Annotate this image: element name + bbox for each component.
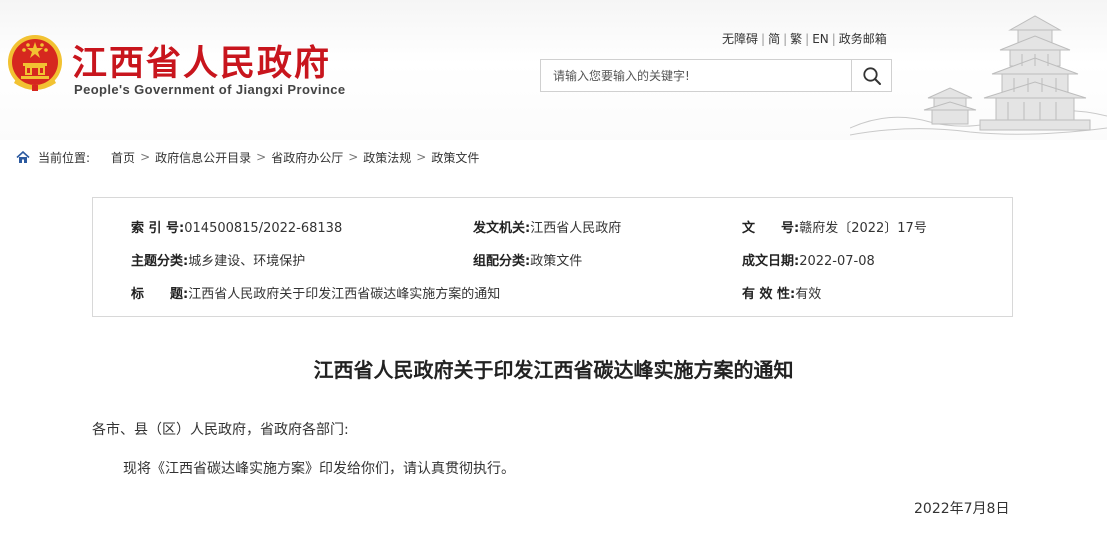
document-date: 2022年7月8日 [914,501,1010,517]
article-title: 江西省人民政府关于印发江西省碳达峰实施方案的通知 [313,358,794,382]
validity-field: 有 效 性:有效 [742,283,821,302]
breadcrumb-separator: > [416,150,427,164]
breadcrumb-label: 当前位置: [38,150,91,165]
accessibility-link[interactable]: 无障碍 [722,32,758,46]
breadcrumb-separator: > [256,150,267,164]
site-name-cn: 江西省人民政府 [72,44,332,84]
breadcrumb-info-catalog[interactable]: 政府信息公开目录 [155,149,251,166]
category-label: 组配分类: [473,254,531,269]
document-number-field: 文 号:赣府发〔2022〕17号 [742,217,927,236]
validity-value: 有效 [795,287,822,302]
date-field: 成文日期:2022-07-08 [742,250,875,269]
title-value: 江西省人民政府关于印发江西省碳达峰实施方案的通知 [188,287,501,302]
document-number-label: 文 号: [742,221,800,236]
salutation: 各市、县（区）人民政府，省政府各部门: [92,422,349,438]
issuer-value: 江西省人民政府 [530,221,622,236]
simplified-chinese-link[interactable]: 简 [768,32,780,46]
national-emblem-icon [8,35,62,91]
category-field: 组配分类:政策文件 [473,250,582,269]
document-number-value: 赣府发〔2022〕17号 [799,221,927,236]
pavilion-illustration [850,15,1107,136]
topic-field: 主题分类:城乡建设、环境保护 [131,250,305,269]
breadcrumb-policy-documents[interactable]: 政策文件 [431,149,479,166]
date-label: 成文日期: [742,254,800,269]
issuer-label: 发文机关: [473,221,531,236]
index-number-label: 索 引 号: [131,221,185,236]
breadcrumb-separator: > [140,150,151,164]
english-link[interactable]: EN [812,32,829,46]
breadcrumb: 当前位置: 首页 > 政府信息公开目录 > 省政府办公厅 > 政策法规 > 政策… [16,148,479,166]
date-value: 2022-07-08 [799,254,875,269]
site-name-en: People's Government of Jiangxi Province [74,82,346,97]
title-field: 标 题:江西省人民政府关于印发江西省碳达峰实施方案的通知 [131,283,500,302]
search-box [540,59,892,92]
traditional-chinese-link[interactable]: 繁 [790,32,802,46]
index-number-value: 014500815/2022-68138 [184,221,343,236]
breadcrumb-policy-regulations[interactable]: 政策法规 [363,149,411,166]
title-label: 标 题: [131,287,189,302]
category-value: 政策文件 [530,254,583,269]
body-paragraph: 现将《江西省碳达峰实施方案》印发给你们，请认真贯彻执行。 [123,461,515,477]
site-header: 江西省人民政府 People's Government of Jiangxi P… [0,0,1107,140]
document-metadata-table: 索 引 号:014500815/2022-68138 发文机关:江西省人民政府 … [92,197,1013,317]
search-input[interactable] [541,60,851,91]
breadcrumb-separator: > [348,150,359,164]
topic-label: 主题分类: [131,254,189,269]
home-icon [16,150,30,163]
validity-label: 有 效 性: [742,287,796,302]
topic-value: 城乡建设、环境保护 [188,254,306,269]
breadcrumb-home[interactable]: 首页 [111,149,135,166]
issuer-field: 发文机关:江西省人民政府 [473,217,621,236]
breadcrumb-general-office[interactable]: 省政府办公厅 [271,149,343,166]
index-number-field: 索 引 号:014500815/2022-68138 [131,217,342,236]
